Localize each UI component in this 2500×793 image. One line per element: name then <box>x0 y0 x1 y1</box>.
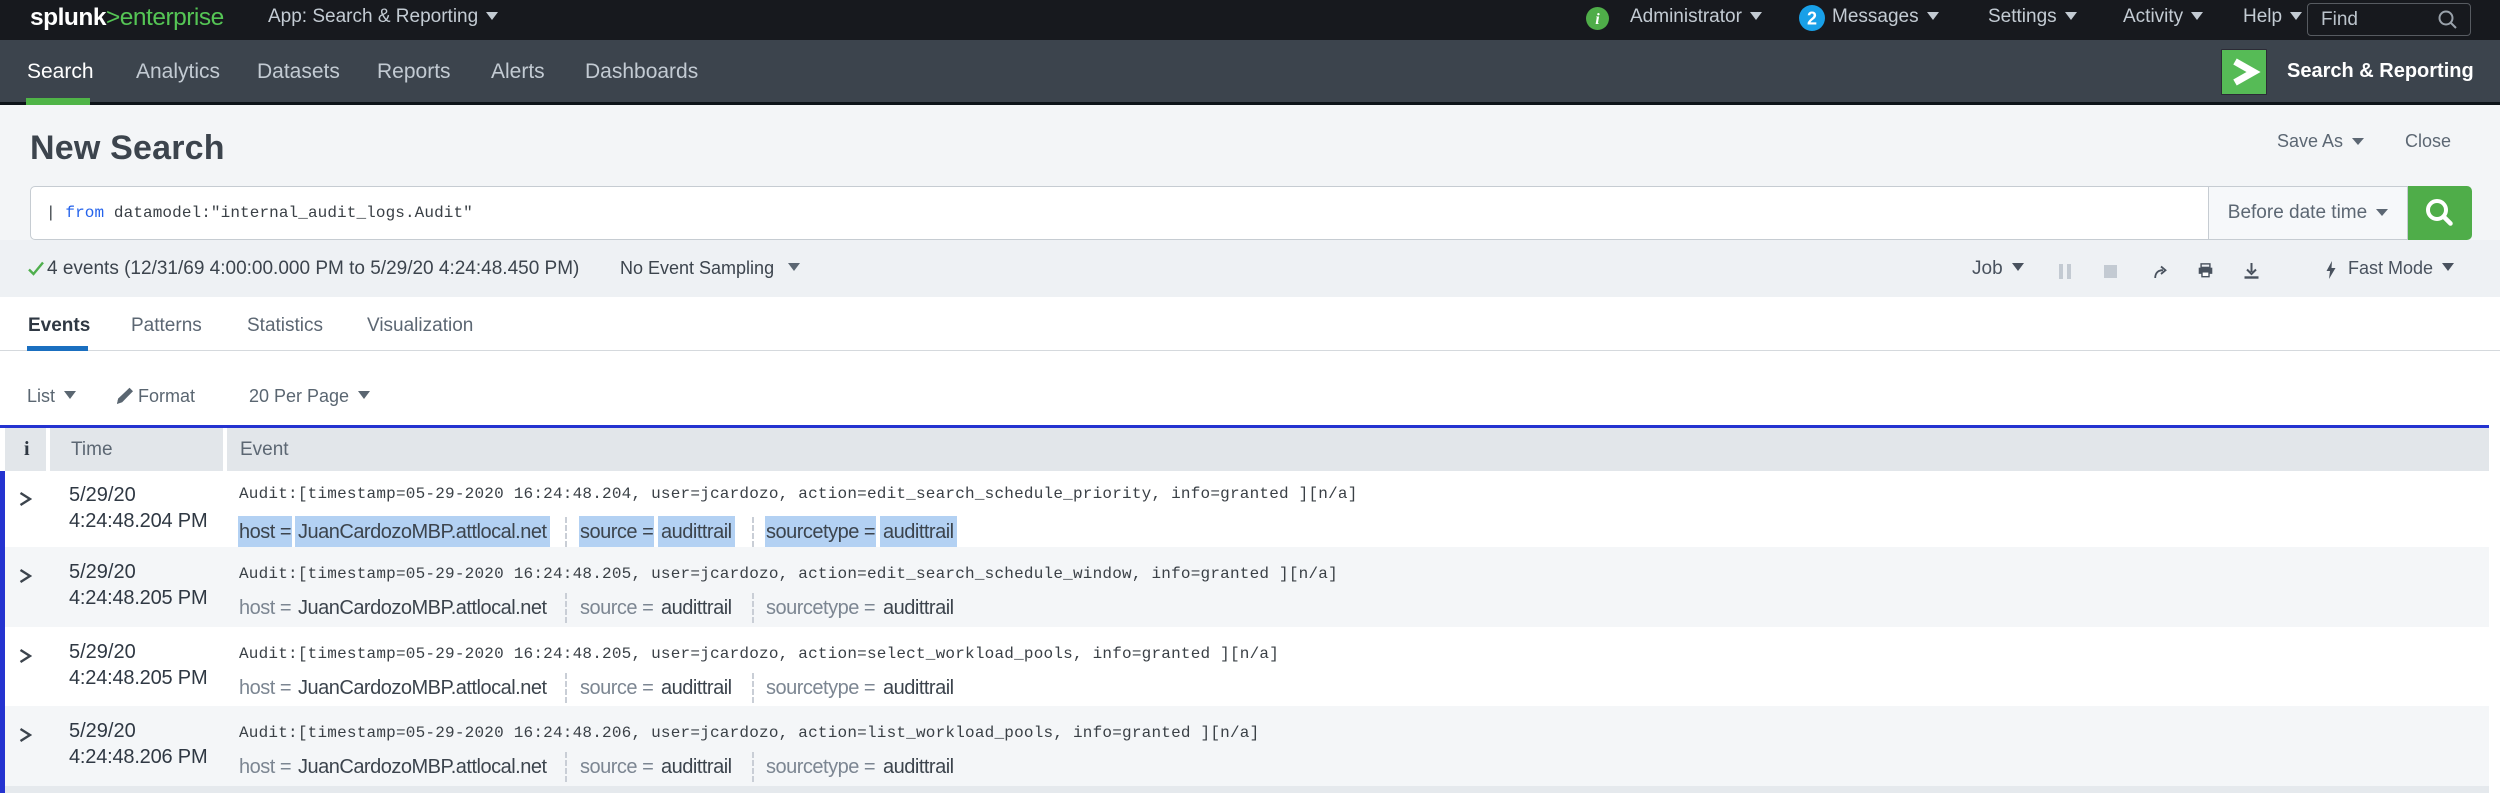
svg-text:2: 2 <box>1807 9 1817 29</box>
svg-text:i: i <box>1595 11 1600 28</box>
